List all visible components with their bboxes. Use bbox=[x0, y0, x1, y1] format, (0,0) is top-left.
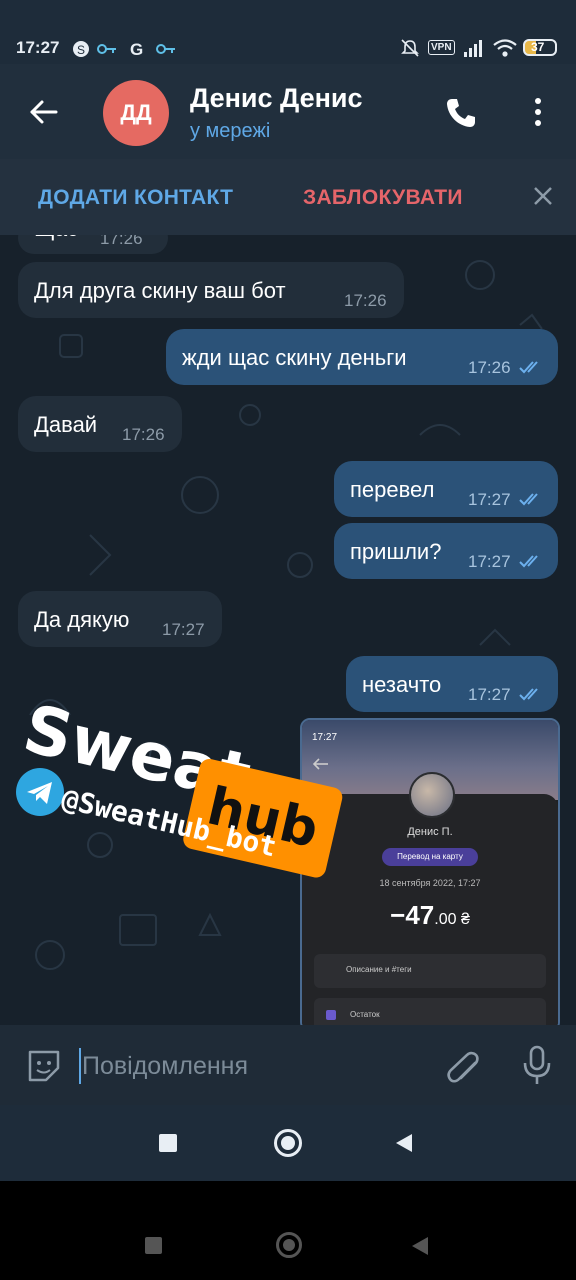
screenshot-amount: −47.00 ₴ bbox=[390, 900, 470, 930]
avatar[interactable]: ДД bbox=[103, 80, 169, 146]
notification-icons: S G bbox=[73, 40, 175, 58]
presence-status: у мережі bbox=[190, 120, 271, 142]
message-bubble-incoming[interactable]: Да дякую 17:27 bbox=[18, 591, 222, 647]
message-time: 17:26 bbox=[344, 291, 387, 310]
outer-recent-apps-icon[interactable] bbox=[145, 1237, 162, 1254]
screenshot-back-icon bbox=[312, 758, 328, 770]
battery-icon: 37 bbox=[523, 39, 557, 56]
message-bubble-outgoing[interactable]: пришли? 17:27 bbox=[334, 523, 558, 579]
message-text: Да дякую bbox=[34, 607, 130, 632]
message-bubble-incoming[interactable]: Давай 17:26 bbox=[18, 396, 182, 452]
attached-screenshot[interactable]: 17:27 Денис П. Перевод на карту 18 сентя… bbox=[300, 718, 560, 1032]
emoji-sticker-icon[interactable] bbox=[24, 1046, 64, 1086]
message-time: 17:27 bbox=[468, 552, 511, 571]
telegram-icon bbox=[16, 768, 64, 816]
outer-navigation-bar bbox=[0, 1181, 576, 1280]
status-bar: 17:27 S G VPN 37 bbox=[0, 0, 576, 64]
message-text: пришли? bbox=[350, 539, 442, 564]
message-text: Для друга скину ваш бот bbox=[34, 278, 286, 303]
signal-icon bbox=[464, 40, 482, 57]
wifi-icon bbox=[493, 39, 517, 57]
read-ticks-icon bbox=[519, 493, 538, 506]
microphone-icon[interactable] bbox=[520, 1044, 554, 1088]
back-arrow-icon[interactable] bbox=[28, 96, 60, 128]
screenshot-avatar bbox=[409, 772, 455, 818]
add-contact-button[interactable]: ДОДАТИ КОНТАКТ bbox=[38, 186, 233, 210]
attach-paperclip-icon[interactable] bbox=[442, 1046, 482, 1088]
text-cursor bbox=[79, 1048, 81, 1084]
outer-back-icon[interactable] bbox=[410, 1235, 430, 1257]
outer-home-icon[interactable] bbox=[276, 1232, 302, 1258]
message-time: 17:27 bbox=[468, 685, 511, 704]
more-options-icon[interactable] bbox=[530, 96, 546, 130]
read-ticks-icon bbox=[519, 555, 538, 568]
message-bubble-outgoing[interactable]: перевел 17:27 bbox=[334, 461, 558, 517]
message-time: 17:26 bbox=[122, 425, 165, 444]
svg-text:G: G bbox=[130, 40, 143, 58]
screenshot-date: 18 сентября 2022, 17:27 bbox=[379, 878, 481, 888]
screenshot-time: 17:27 bbox=[312, 732, 338, 743]
status-time: 17:27 bbox=[16, 38, 60, 57]
message-time: 17:27 bbox=[162, 620, 205, 639]
svg-text:S: S bbox=[77, 43, 85, 57]
message-time: 17:26 bbox=[468, 358, 511, 377]
message-text: незачто bbox=[362, 672, 442, 697]
mute-icon bbox=[401, 39, 419, 57]
vpn-badge: VPN bbox=[428, 40, 455, 55]
message-text: перевел bbox=[350, 477, 435, 502]
block-button[interactable]: ЗАБЛОКУВАТИ bbox=[303, 186, 463, 210]
phone-call-icon[interactable] bbox=[444, 96, 478, 130]
nav-back-icon[interactable] bbox=[394, 1132, 414, 1154]
message-text: жди щас скину деньги bbox=[182, 345, 407, 370]
read-ticks-icon bbox=[519, 688, 538, 701]
message-text: Давай bbox=[34, 412, 98, 437]
message-time: 17:27 bbox=[468, 490, 511, 509]
screenshot-description-field: Описание и #теги bbox=[314, 954, 546, 988]
message-bubble-outgoing[interactable]: жди щас скину деньги 17:26 bbox=[166, 329, 558, 385]
home-icon[interactable] bbox=[274, 1129, 302, 1157]
screenshot-name: Денис П. bbox=[407, 826, 453, 838]
screenshot-tag: Перевод на карту bbox=[382, 848, 478, 866]
close-icon[interactable] bbox=[532, 185, 554, 207]
message-bubble-outgoing[interactable]: незачто 17:27 bbox=[346, 656, 558, 712]
message-input[interactable]: Повідомлення bbox=[82, 1052, 248, 1081]
contact-name[interactable]: Денис Денис bbox=[190, 83, 363, 114]
message-bubble-incoming[interactable]: Для друга скину ваш бот 17:26 bbox=[18, 262, 404, 318]
read-ticks-icon bbox=[519, 361, 538, 374]
recent-apps-icon[interactable] bbox=[159, 1134, 177, 1152]
